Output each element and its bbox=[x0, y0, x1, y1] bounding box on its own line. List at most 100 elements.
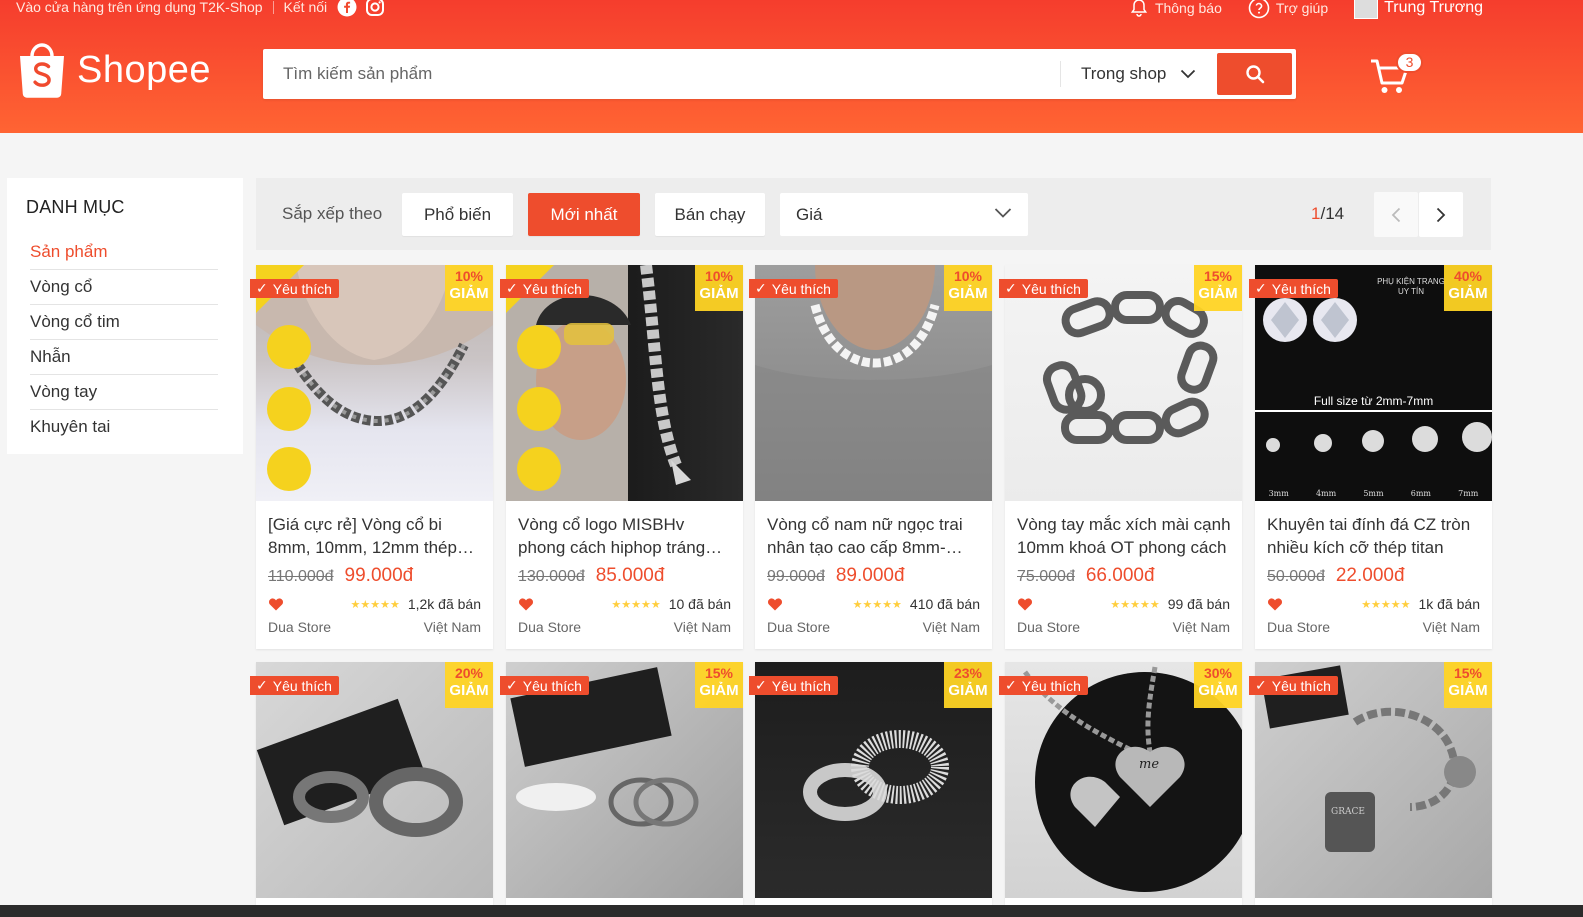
check-icon: ✓ bbox=[755, 280, 767, 296]
category-item-san-pham[interactable]: Sản phẩm bbox=[30, 235, 218, 270]
brand-caption: PHỤ KIỆN TRANG UY TÍN bbox=[1377, 277, 1445, 296]
origin: Việt Nam bbox=[922, 619, 980, 635]
shop-name: Dua Store bbox=[268, 619, 332, 635]
rating-stars: ★★★★★ bbox=[852, 598, 902, 611]
product-card[interactable]: ✓ Yêu thích 15% GIẢM bbox=[500, 662, 743, 917]
discount-badge: 20% GIẢM bbox=[445, 662, 493, 708]
favorite-badge: ✓ Yêu thích bbox=[749, 676, 838, 695]
chevron-down-icon bbox=[994, 208, 1012, 218]
chevron-left-icon bbox=[1391, 207, 1401, 222]
sort-bestseller-button[interactable]: Bán chạy bbox=[655, 193, 765, 236]
sort-newest-button[interactable]: Mới nhất bbox=[528, 193, 640, 236]
search-input[interactable] bbox=[283, 61, 1053, 87]
site-header: Vào cửa hàng trên ứng dụng T2K-Shop Kết … bbox=[0, 0, 1583, 133]
product-card[interactable]: ✓ Yêu thích 10% GIẢM Vòng cổ logo MISBHv p… bbox=[500, 265, 743, 649]
user-name: Trung Trương bbox=[1384, 0, 1483, 16]
social-links bbox=[337, 0, 385, 17]
search-button[interactable] bbox=[1217, 53, 1292, 95]
favorite-label: Yêu thích bbox=[771, 280, 831, 297]
size-label: 5mm bbox=[1363, 489, 1384, 498]
product-footer: Dua Store Việt Nam bbox=[518, 619, 731, 635]
product-card[interactable]: ✓ Yêu thích 10% GIẢM [Giá cực rẻ] Vòng cổ … bbox=[250, 265, 493, 649]
sold-count: 10 đã bán bbox=[668, 596, 731, 612]
sort-popular-button[interactable]: Phổ biến bbox=[402, 193, 513, 236]
new-price: 85.000đ bbox=[595, 565, 665, 586]
product-meta: ★★★★★ 10 đã bán bbox=[518, 595, 731, 613]
price-select-label: Giá bbox=[796, 204, 823, 224]
check-icon: ✓ bbox=[1255, 677, 1267, 693]
size-label: 7mm bbox=[1458, 489, 1479, 498]
discount-badge: 15% GIẢM bbox=[1444, 662, 1492, 708]
discount-percent: 23% bbox=[953, 665, 983, 681]
heart-icon[interactable] bbox=[518, 597, 534, 611]
help-label: Trợ giúp bbox=[1275, 0, 1329, 16]
heart-icon[interactable] bbox=[1017, 597, 1033, 611]
sort-price-dropdown[interactable]: Giá bbox=[780, 193, 1028, 236]
old-price: 110.000đ bbox=[268, 568, 334, 585]
check-icon: ✓ bbox=[506, 280, 518, 296]
product-footer: Dua Store Việt Nam bbox=[1267, 619, 1480, 635]
heart-icon[interactable] bbox=[767, 597, 783, 611]
favorite-badge: ✓ Yêu thích bbox=[749, 279, 838, 298]
category-item-nhan[interactable]: Nhẫn bbox=[30, 340, 218, 375]
check-icon: ✓ bbox=[256, 280, 268, 296]
help-link[interactable]: Trợ giúp bbox=[1248, 0, 1328, 19]
product-card[interactable]: ✓ Yêu thích 20% GIẢM bbox=[250, 662, 493, 917]
user-menu[interactable]: Trung Trương bbox=[1354, 0, 1483, 19]
category-list: Sản phẩm Vòng cổ Vòng cổ tim Nhẫn Vòng t… bbox=[30, 235, 218, 445]
check-icon: ✓ bbox=[1255, 280, 1267, 296]
logo-text: Shopee bbox=[77, 49, 212, 91]
heart-icon[interactable] bbox=[1267, 597, 1283, 611]
rating-stars: ★★★★★ bbox=[611, 598, 661, 611]
category-item-khuyen-tai[interactable]: Khuyên tai bbox=[30, 410, 218, 445]
product-card[interactable]: me ✓ Yêu thích 30% GIẢM bbox=[999, 662, 1242, 917]
next-page-button[interactable] bbox=[1419, 192, 1463, 237]
category-item-vong-co-tim[interactable]: Vòng cổ tim bbox=[30, 305, 218, 340]
new-price: 99.000đ bbox=[344, 565, 414, 586]
favorite-label: Yêu thích bbox=[522, 280, 582, 297]
size-label: 4mm bbox=[1315, 489, 1337, 498]
discount-word: GIẢM bbox=[1448, 682, 1488, 699]
product-footer: Dua Store Việt Nam bbox=[1017, 619, 1230, 635]
rating-stars: ★★★★★ bbox=[350, 598, 400, 611]
search-bar: Trong shop bbox=[263, 49, 1296, 99]
product-name[interactable]: [Giá cực rẻ] Vòng cổ bi 8mm, 10mm, 12mm … bbox=[268, 513, 483, 559]
discount-word: GIẢM bbox=[699, 285, 739, 302]
product-card[interactable]: GRACE ✓ Yêu thích 15% GIẢM bbox=[1249, 662, 1492, 917]
search-scope-dropdown[interactable]: Trong shop bbox=[1060, 61, 1196, 87]
search-icon bbox=[1245, 65, 1264, 84]
favorite-badge: ✓ Yêu thích bbox=[250, 279, 339, 298]
discount-word: GIẢM bbox=[449, 285, 489, 302]
product-card[interactable]: PHỤ KIỆN TRANG UY TÍN Full size từ 2mm-7… bbox=[1249, 265, 1492, 649]
shopee-logo[interactable]: Shopee bbox=[17, 42, 211, 99]
bell-icon bbox=[1130, 0, 1148, 17]
product-card[interactable]: ✓ Yêu thích 10% GIẢM Vòng cổ nam nữ ngọc t… bbox=[749, 265, 992, 649]
favorite-badge: ✓ Yêu thích bbox=[1249, 279, 1338, 298]
check-icon: ✓ bbox=[256, 677, 268, 693]
product-card[interactable]: ✓ Yêu thích 15% GIẢM Vòng tay mắc xích mài… bbox=[999, 265, 1242, 649]
download-app-link[interactable]: Vào cửa hàng trên ứng dụng T2K-Shop bbox=[16, 0, 263, 15]
facebook-icon[interactable] bbox=[337, 0, 357, 17]
category-item-vong-co[interactable]: Vòng cổ bbox=[30, 270, 218, 305]
product-name[interactable]: Vòng tay mắc xích mài cạnh 10mm khoá OT … bbox=[1017, 513, 1232, 559]
prev-page-button[interactable] bbox=[1374, 192, 1418, 237]
sort-label: Sắp xếp theo bbox=[282, 204, 383, 223]
new-price: 66.000đ bbox=[1085, 565, 1155, 586]
product-name[interactable]: Vòng cổ nam nữ ngọc trai nhân tạo cao cấ… bbox=[767, 513, 982, 559]
discount-word: GIẢM bbox=[449, 682, 489, 699]
check-icon: ✓ bbox=[755, 677, 767, 693]
heart-icon[interactable] bbox=[268, 597, 284, 611]
product-name[interactable]: Khuyên tai đính đá CZ tròn nhiều kích cỡ… bbox=[1267, 513, 1482, 559]
product-name[interactable]: Vòng cổ logo MISBHv phong cách hiphop tr… bbox=[518, 513, 733, 559]
product-meta: ★★★★★ 1,2k đã bán bbox=[268, 595, 481, 613]
category-item-vong-tay[interactable]: Vòng tay bbox=[30, 375, 218, 410]
old-price: 130.000đ bbox=[518, 568, 585, 585]
notifications-link[interactable]: Thông báo bbox=[1129, 0, 1222, 18]
avatar bbox=[1354, 0, 1379, 19]
instagram-icon[interactable] bbox=[365, 0, 385, 17]
top-bar-right: Thông báo Trợ giúp Trung Trương bbox=[1129, 0, 1483, 19]
product-card[interactable]: ✓ Yêu thích 23% GIẢM bbox=[749, 662, 992, 917]
discount-badge: 30% GIẢM bbox=[1194, 662, 1242, 708]
favorite-label: Yêu thích bbox=[522, 677, 582, 694]
shop-name: Dua Store bbox=[1267, 619, 1331, 635]
